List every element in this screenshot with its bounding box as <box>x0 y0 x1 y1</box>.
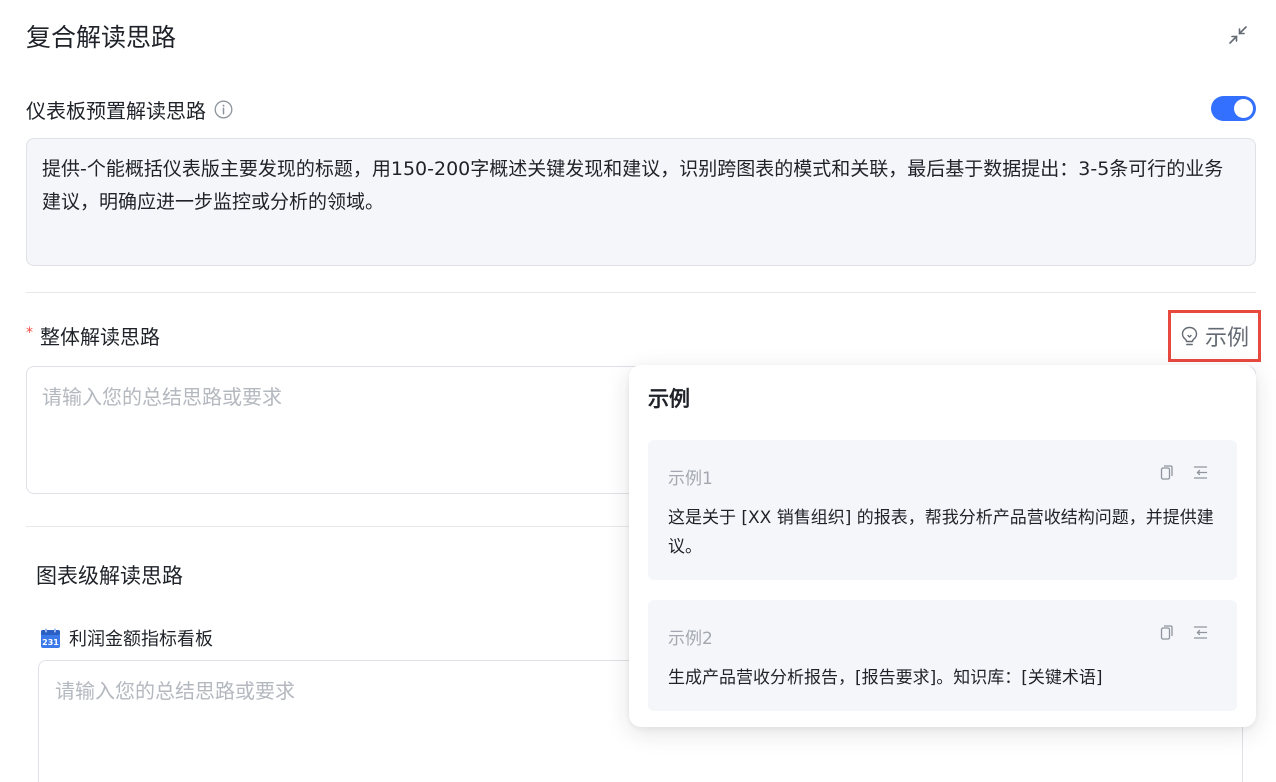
insert-icon[interactable] <box>1192 464 1209 481</box>
dashboard-item: 231 利润金额指标看板 <box>40 625 213 651</box>
example-actions <box>1157 624 1209 641</box>
example-card: 示例2 生成产品营收分析报告，[报告要求]。知识库：[关键术语] <box>648 600 1237 711</box>
info-icon[interactable] <box>214 100 233 119</box>
preset-toggle[interactable] <box>1211 96 1256 121</box>
required-mark: * <box>26 324 33 341</box>
chart-level-label: 图表级解读思路 <box>36 564 183 588</box>
copy-icon[interactable] <box>1157 464 1174 481</box>
example-button[interactable]: 示例 <box>1168 310 1261 362</box>
example-text: 这是关于 [XX 销售组织] 的报表，帮我分析产品营收结构问题，并提供建议。 <box>668 508 1214 557</box>
page-title: 复合解读思路 <box>26 23 177 52</box>
preset-textarea[interactable]: 提供-个能概括仪表版主要发现的标题，用150-200字概述关键发现和建议，识别跨… <box>26 138 1256 266</box>
preset-label-text: 仪表板预置解读思路 <box>26 99 206 123</box>
calendar-icon: 231 <box>40 628 61 649</box>
examples-popover: 示例 示例1 这是关于 [XX 销售组织] 的报表，帮我分析产品营收结构问题，并… <box>629 365 1256 727</box>
calendar-icon-text: 231 <box>42 638 59 647</box>
example-text: 生成产品营收分析报告，[报告要求]。知识库：[关键术语] <box>668 668 1103 688</box>
collapse-icon[interactable] <box>1226 23 1250 47</box>
example-actions <box>1157 464 1209 481</box>
example-card: 示例1 这是关于 [XX 销售组织] 的报表，帮我分析产品营收结构问题，并提供建… <box>648 440 1237 580</box>
toggle-knob <box>1234 99 1253 118</box>
example-name: 示例2 <box>668 629 713 649</box>
example-name: 示例1 <box>668 469 713 489</box>
overall-section-label: * 整体解读思路 <box>26 321 160 350</box>
popover-title: 示例 <box>648 387 690 411</box>
copy-icon[interactable] <box>1157 624 1174 641</box>
preset-section-label: 仪表板预置解读思路 <box>26 95 233 124</box>
divider <box>26 292 1256 293</box>
example-button-label: 示例 <box>1204 326 1249 351</box>
dashboard-item-name: 利润金额指标看板 <box>69 629 213 650</box>
overall-label-text: 整体解读思路 <box>40 325 160 349</box>
insert-icon[interactable] <box>1192 624 1209 641</box>
lightbulb-icon <box>1180 326 1199 347</box>
